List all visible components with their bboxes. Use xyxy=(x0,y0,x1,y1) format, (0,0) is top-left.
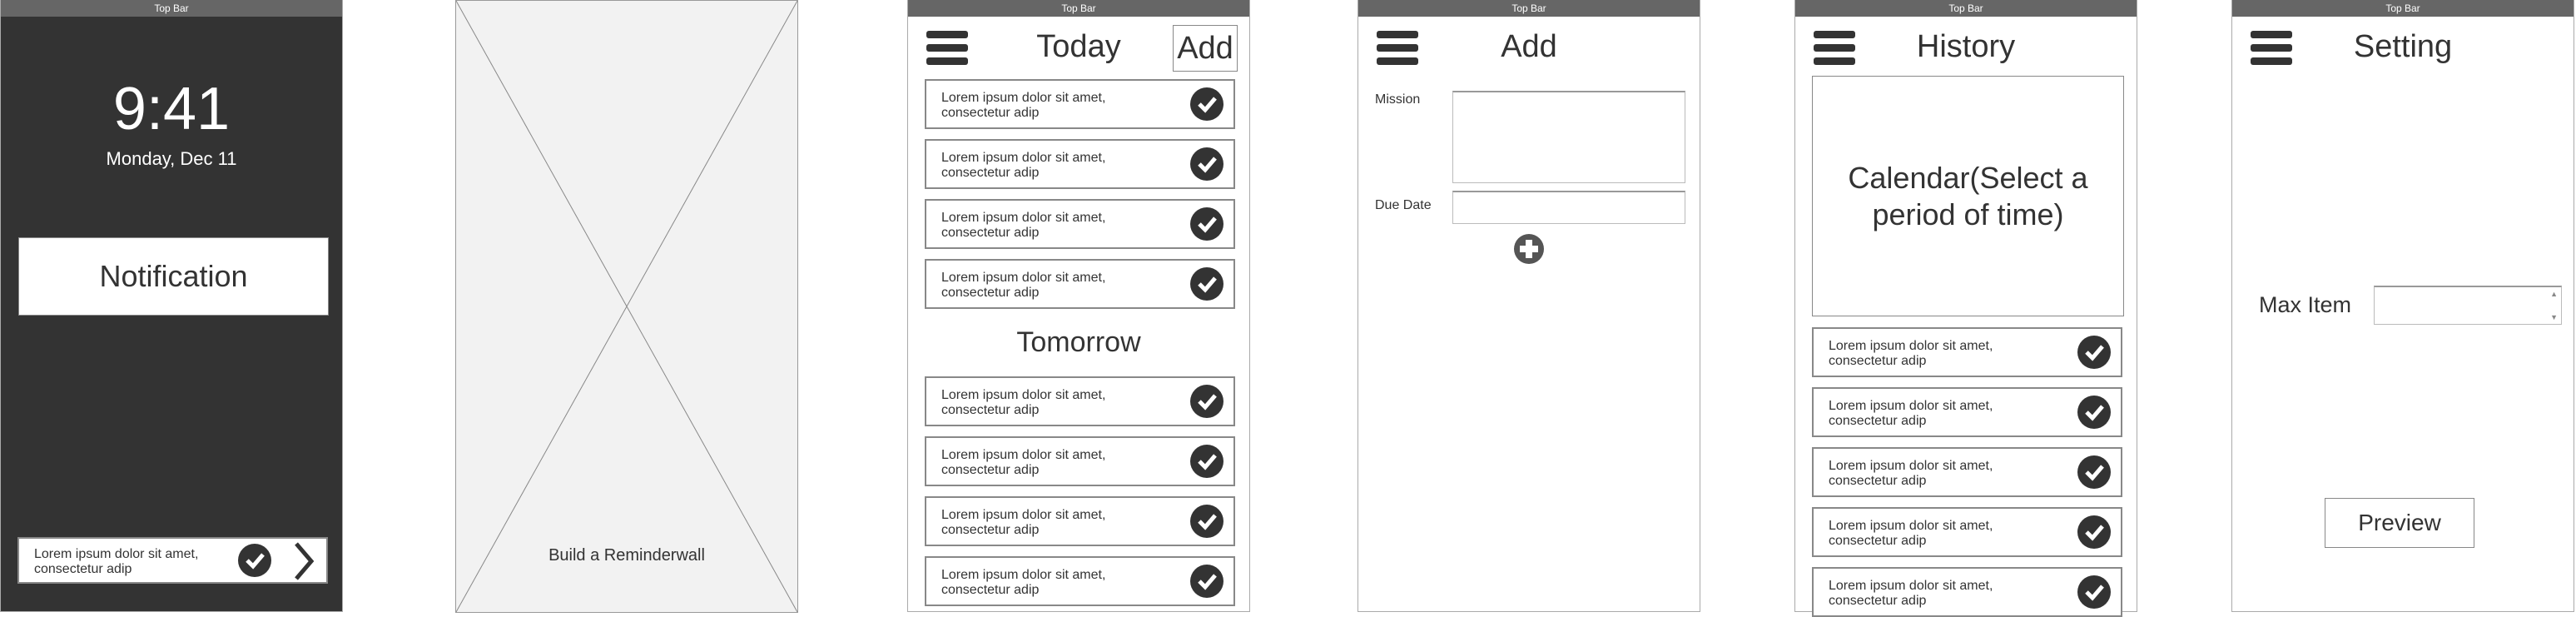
check-icon[interactable] xyxy=(1190,565,1223,598)
item-text: Lorem ipsum dolor sit amet, consectetur … xyxy=(1829,339,1993,368)
item-text: Lorem ipsum dolor sit amet, consectetur … xyxy=(1829,579,1993,608)
max-item-label: Max Item xyxy=(2259,292,2352,317)
item-text: Lorem ipsum dolor sit amet, consectetur … xyxy=(941,568,1106,597)
max-item-spinner[interactable]: ▲ ▼ xyxy=(2374,286,2562,325)
list-item[interactable]: Lorem ipsum dolor sit amet, consectetur … xyxy=(1812,567,2122,617)
add-button[interactable]: Add xyxy=(1173,25,1238,72)
lock-screen: Top Bar 9:41 Monday, Dec 11 Notification… xyxy=(0,0,343,612)
list-item[interactable]: Lorem ipsum dolor sit amet, consectetur … xyxy=(925,139,1235,189)
check-icon[interactable] xyxy=(1190,267,1223,301)
check-icon[interactable] xyxy=(1190,147,1223,181)
image-placeholder: Build a Reminderwall xyxy=(455,0,798,613)
check-icon[interactable] xyxy=(1190,207,1223,241)
top-bar: Top Bar xyxy=(2232,0,2574,17)
check-icon[interactable] xyxy=(1190,87,1223,121)
section-title-tomorrow: Tomorrow xyxy=(1016,326,1141,358)
list-item[interactable]: Lorem ipsum dolor sit amet, consectetur … xyxy=(1812,507,2122,557)
list-item[interactable]: Lorem ipsum dolor sit amet, consectetur … xyxy=(1812,447,2122,497)
check-icon[interactable] xyxy=(1190,385,1223,418)
list-item[interactable]: Lorem ipsum dolor sit amet, consectetur … xyxy=(925,436,1235,486)
today-screen: Top Bar Today Add Lorem ipsum dolor sit … xyxy=(907,0,1250,612)
add-plus-icon[interactable] xyxy=(1513,233,1545,265)
top-bar: Top Bar xyxy=(908,0,1249,17)
chevron-right-icon[interactable] xyxy=(291,541,316,581)
top-bar: Top Bar xyxy=(1358,0,1700,17)
top-bar: Top Bar xyxy=(1795,0,2137,17)
item-text: Lorem ipsum dolor sit amet, consectetur … xyxy=(1829,519,1993,548)
check-icon[interactable] xyxy=(238,544,271,577)
list-item[interactable]: Lorem ipsum dolor sit amet, consectetur … xyxy=(925,376,1235,426)
due-date-input[interactable] xyxy=(1452,191,1685,224)
spinner-down-icon[interactable]: ▼ xyxy=(2550,313,2558,321)
spinner-up-icon[interactable]: ▲ xyxy=(2550,290,2558,298)
clock-date: Monday, Dec 11 xyxy=(106,148,237,169)
list-item[interactable]: Lorem ipsum dolor sit amet, consectetur … xyxy=(925,556,1235,606)
item-text: Lorem ipsum dolor sit amet, consectetur … xyxy=(941,151,1106,180)
clock-time: 9:41 xyxy=(112,76,231,142)
add-screen: Top Bar Add Mission Due Date xyxy=(1357,0,1700,612)
item-text: Lorem ipsum dolor sit amet, consectetur … xyxy=(941,91,1106,120)
check-icon[interactable] xyxy=(1190,505,1223,538)
setting-screen: Top Bar Setting Max Item ▲ ▼ Preview xyxy=(2231,0,2574,612)
check-icon[interactable] xyxy=(2077,515,2111,549)
item-text: Lorem ipsum dolor sit amet, consectetur … xyxy=(941,211,1106,240)
placeholder-cross xyxy=(456,1,797,612)
list-item[interactable]: Lorem ipsum dolor sit amet, consectetur … xyxy=(925,199,1235,249)
list-item[interactable]: Lorem ipsum dolor sit amet, consectetur … xyxy=(1812,327,2122,377)
item-text: Lorem ipsum dolor sit amet, consectetur … xyxy=(1829,399,1993,428)
item-text: Lorem ipsum dolor sit amet, consectetur … xyxy=(941,388,1106,417)
item-text: Lorem ipsum dolor sit amet, consectetur … xyxy=(34,547,199,576)
list-item[interactable]: Lorem ipsum dolor sit amet, consectetur … xyxy=(925,259,1235,309)
list-item[interactable]: Lorem ipsum dolor sit amet, consectetur … xyxy=(1812,387,2122,437)
check-icon[interactable] xyxy=(2077,336,2111,369)
top-bar: Top Bar xyxy=(1,0,342,17)
check-icon[interactable] xyxy=(1190,445,1223,478)
placeholder-caption: Build a Reminderwall xyxy=(548,546,705,565)
check-icon[interactable] xyxy=(2077,396,2111,429)
page-title: Add xyxy=(1501,29,1557,64)
list-item[interactable]: Lorem ipsum dolor sit amet, consectetur … xyxy=(925,79,1235,129)
page-title: Setting xyxy=(2353,29,2453,64)
history-screen: Top Bar History Calendar(Select a period… xyxy=(1794,0,2137,617)
calendar[interactable]: Calendar(Select a period of time) xyxy=(1812,76,2124,316)
item-text: Lorem ipsum dolor sit amet, consectetur … xyxy=(941,508,1106,537)
mission-label: Mission xyxy=(1375,92,1421,107)
item-text: Lorem ipsum dolor sit amet, consectetur … xyxy=(1829,459,1993,488)
mission-input[interactable] xyxy=(1452,91,1685,183)
notification-item[interactable]: Lorem ipsum dolor sit amet, consectetur … xyxy=(17,537,328,584)
list-item[interactable]: Lorem ipsum dolor sit amet, consectetur … xyxy=(925,496,1235,546)
item-text: Lorem ipsum dolor sit amet, consectetur … xyxy=(941,271,1106,300)
item-text: Lorem ipsum dolor sit amet, consectetur … xyxy=(941,448,1106,477)
check-icon[interactable] xyxy=(2077,575,2111,609)
page-title: History xyxy=(1916,29,2016,64)
notification-box[interactable]: Notification xyxy=(18,237,329,316)
calendar-label: Calendar(Select a period of time) xyxy=(1848,160,2088,231)
due-date-label: Due Date xyxy=(1375,198,1432,212)
check-icon[interactable] xyxy=(2077,455,2111,489)
preview-button[interactable]: Preview xyxy=(2325,498,2474,548)
